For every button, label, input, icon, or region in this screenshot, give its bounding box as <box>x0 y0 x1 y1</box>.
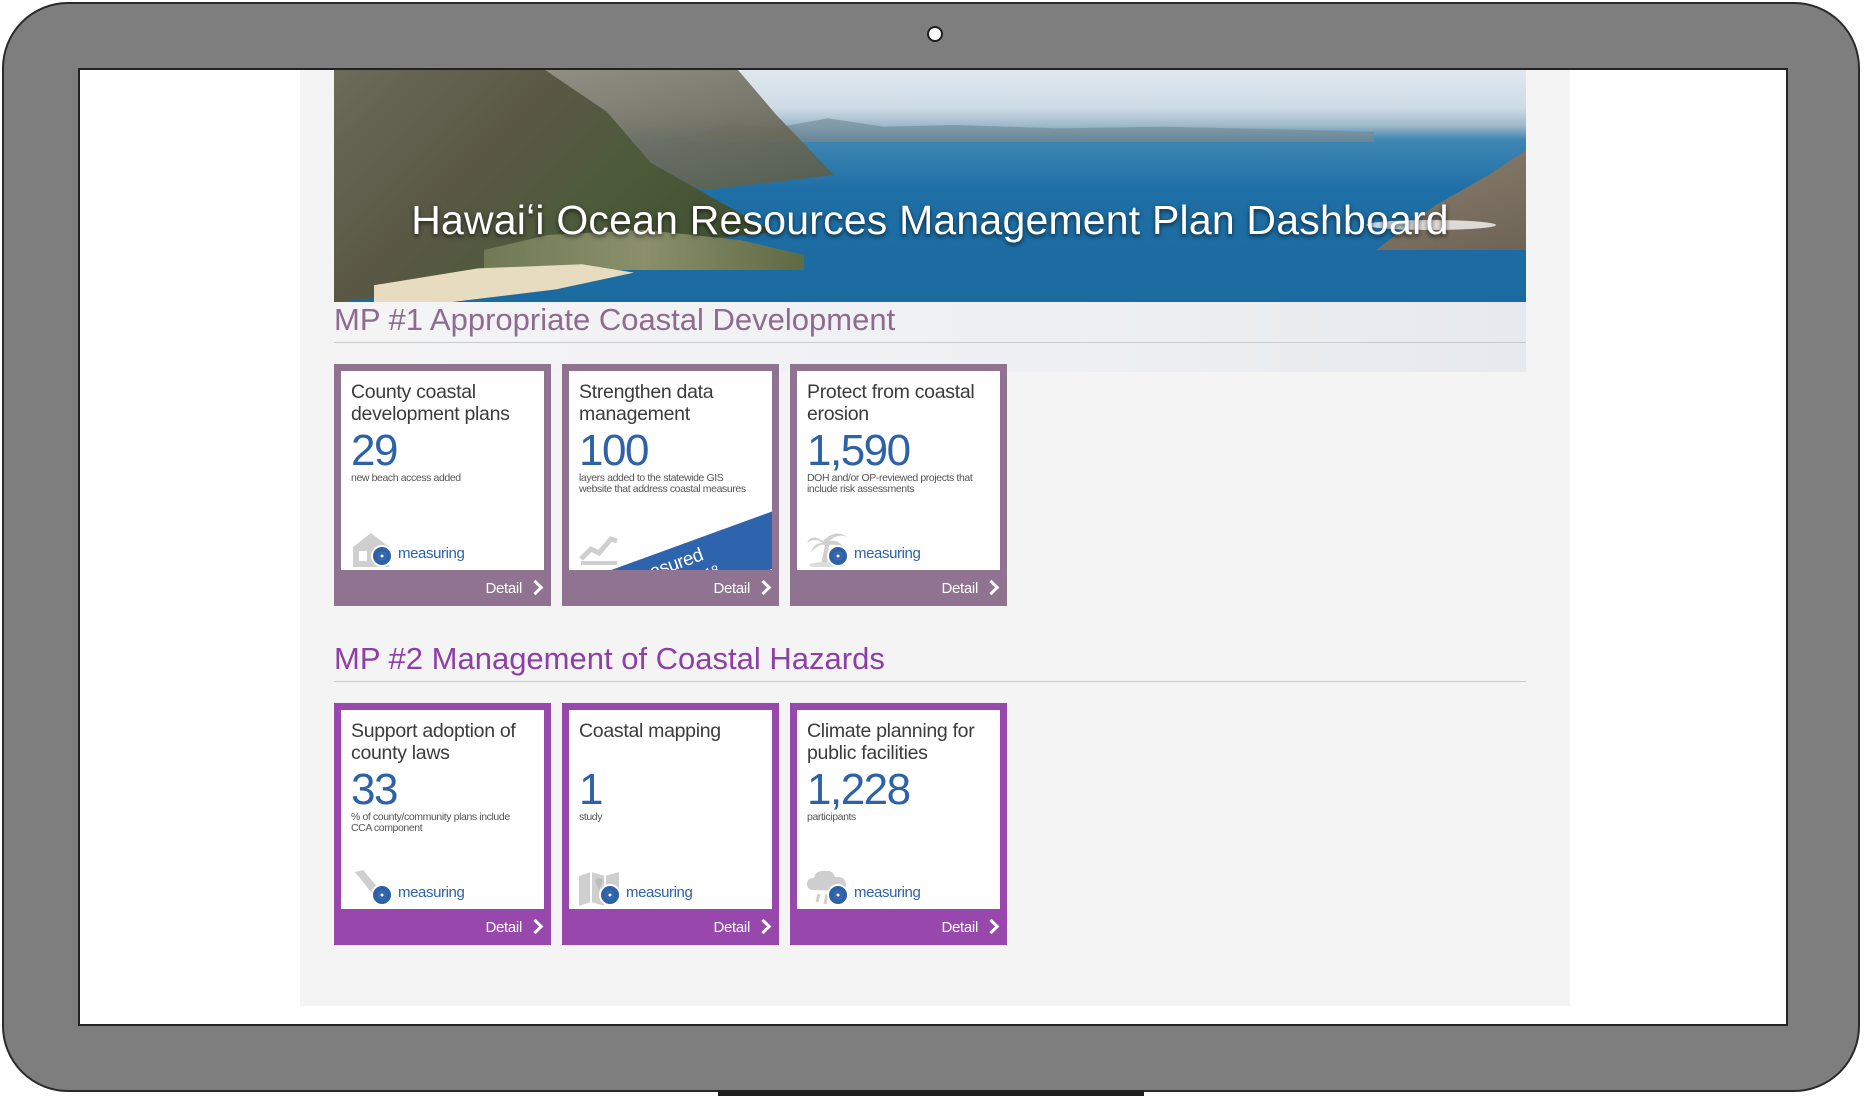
status-label: measuring <box>398 545 465 562</box>
card-value: 29 <box>351 426 398 475</box>
card-value: 1 <box>579 765 603 814</box>
card-description: new beach access added <box>351 472 461 484</box>
indicator-card[interactable]: Climate planning for public facilities 1… <box>790 703 1007 945</box>
card-title: Climate planning for public facilities <box>807 720 975 764</box>
chevron-right-icon <box>983 579 1000 596</box>
card-title: County coastal development plans <box>351 381 510 425</box>
detail-link[interactable]: Detail <box>485 918 544 936</box>
status-label: measuring <box>854 884 921 901</box>
camera-icon <box>927 26 943 42</box>
card-value: 33 <box>351 765 398 814</box>
indicator-card[interactable]: Protect from coastal erosion 1,590 DOH a… <box>790 364 1007 606</box>
card-title: Coastal mapping <box>579 720 721 742</box>
card-value: 1,228 <box>807 765 911 814</box>
section-title-mp2: MP #2 Management of Coastal Hazards <box>334 641 885 676</box>
eye-icon <box>371 884 393 906</box>
status-label: measuring <box>854 545 921 562</box>
detail-link[interactable]: Detail <box>941 918 1000 936</box>
laptop-screen: Hawaiʻi Ocean Resources Management Plan … <box>78 68 1788 1026</box>
detail-link[interactable]: Detail <box>485 579 544 597</box>
status-label: measuring <box>626 884 693 901</box>
eye-icon <box>827 884 849 906</box>
indicator-card[interactable]: County coastal development plans 29 new … <box>334 364 551 606</box>
card-description: DOH and/or OP-reviewed projects that inc… <box>807 472 973 495</box>
page-title: Hawaiʻi Ocean Resources Management Plan … <box>411 197 1449 243</box>
chevron-right-icon <box>755 579 772 596</box>
detail-link[interactable]: Detail <box>713 918 772 936</box>
card-title: Strengthen data management <box>579 381 714 425</box>
section-title-mp1: MP #1 Appropriate Coastal Development <box>334 302 896 337</box>
indicator-card[interactable]: Support adoption of county laws 33 % of … <box>334 703 551 945</box>
laptop-hinge <box>718 1090 1144 1096</box>
card-description: layers added to the statewide GIS websit… <box>579 472 746 495</box>
eye-icon <box>599 884 621 906</box>
section-divider <box>334 681 1526 682</box>
hero-banner: Hawaiʻi Ocean Resources Management Plan … <box>334 70 1526 302</box>
card-description: participants <box>807 811 856 823</box>
chevron-right-icon <box>527 918 544 935</box>
card-title: Support adoption of county laws <box>351 720 516 764</box>
dashboard-page: Hawaiʻi Ocean Resources Management Plan … <box>300 70 1570 1006</box>
detail-link[interactable]: Detail <box>713 579 772 597</box>
card-title: Protect from coastal erosion <box>807 381 975 425</box>
chart-icon <box>579 536 618 565</box>
status-label: measuring <box>398 884 465 901</box>
chevron-right-icon <box>983 918 1000 935</box>
card-description: % of county/community plans include CCA … <box>351 811 510 834</box>
chevron-right-icon <box>755 918 772 935</box>
indicator-card[interactable]: Coastal mapping 1 study measuring Detail <box>562 703 779 945</box>
detail-link[interactable]: Detail <box>941 579 1000 597</box>
eye-icon <box>827 545 849 567</box>
indicator-card[interactable]: Strengthen data management 100 layers ad… <box>562 364 779 606</box>
card-value: 100 <box>579 426 649 475</box>
section-divider <box>334 342 1526 343</box>
chevron-right-icon <box>527 579 544 596</box>
ribbon-label: Measured <box>623 544 706 570</box>
card-description: study <box>579 811 603 823</box>
eye-icon <box>371 545 393 567</box>
card-value: 1,590 <box>807 426 911 475</box>
